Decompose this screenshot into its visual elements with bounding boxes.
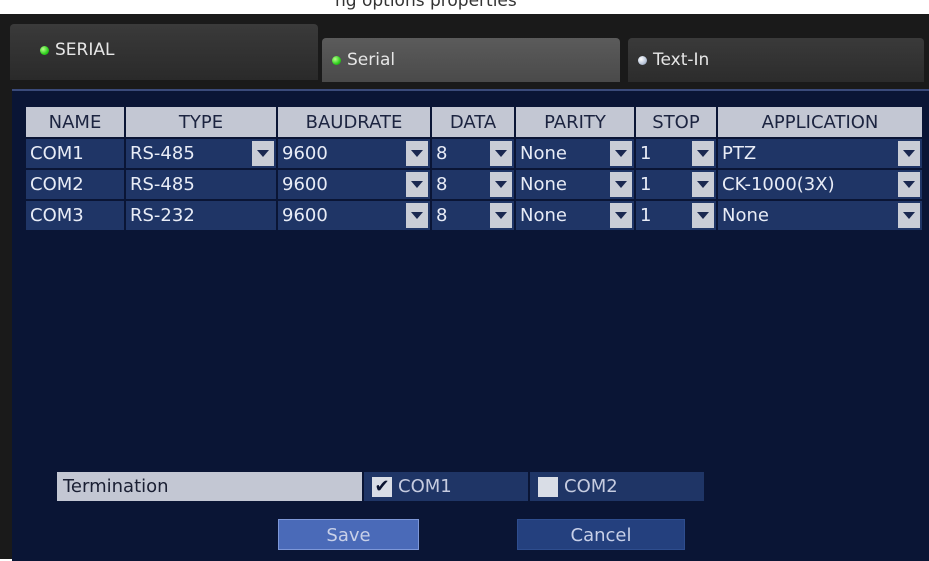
data-bits-select[interactable]: 8 xyxy=(432,139,514,168)
stop-bits-select[interactable]: 1 xyxy=(636,170,716,199)
data-bits-value: 8 xyxy=(436,143,448,164)
parity-value: None xyxy=(520,205,567,226)
type-value-text: RS-485 xyxy=(130,174,195,195)
termination-label: Termination xyxy=(57,472,362,501)
application-select[interactable]: None xyxy=(718,201,922,230)
application-value: PTZ xyxy=(722,143,757,164)
type-value: RS-485 xyxy=(126,170,276,199)
section-title-text: SERIAL xyxy=(55,40,115,60)
baudrate-select[interactable]: 9600 xyxy=(278,170,430,199)
application-value: CK-1000(3X) xyxy=(722,174,835,195)
dropdown-arrow-icon[interactable] xyxy=(692,172,714,197)
dropdown-arrow-icon[interactable] xyxy=(406,172,428,197)
baudrate-select[interactable]: 9600 xyxy=(278,201,430,230)
baudrate-value: 9600 xyxy=(282,205,328,226)
serial-settings-panel: NAME TYPE BAUDRATE DATA PARITY STOP APPL… xyxy=(12,89,929,561)
parity-value: None xyxy=(520,143,567,164)
checkmark-icon[interactable]: ✔ xyxy=(372,476,392,497)
cancel-button[interactable]: Cancel xyxy=(517,519,685,550)
baudrate-value: 9600 xyxy=(282,143,328,164)
application-select[interactable]: PTZ xyxy=(718,139,922,168)
type-value-text: RS-232 xyxy=(130,205,195,226)
tab-text-in-label: Text-In xyxy=(653,50,710,70)
dropdown-arrow-icon[interactable] xyxy=(610,172,632,197)
parity-value: None xyxy=(520,174,567,195)
port-name: COM1 xyxy=(26,139,124,168)
tab-text-in[interactable]: Text-In xyxy=(628,38,924,82)
stop-bits-value: 1 xyxy=(640,143,652,164)
termination-com2-checkbox[interactable]: COM2 xyxy=(530,472,704,501)
dropdown-arrow-icon[interactable] xyxy=(252,141,274,166)
dropdown-arrow-icon[interactable] xyxy=(692,141,714,166)
tab-serial[interactable]: Serial xyxy=(322,38,620,82)
data-bits-select[interactable]: 8 xyxy=(432,201,514,230)
dropdown-arrow-icon[interactable] xyxy=(490,172,512,197)
col-header-type: TYPE xyxy=(126,107,276,137)
table-row: COM1 RS-485 9600 8 None 1 PTZ xyxy=(26,139,922,168)
port-name: COM3 xyxy=(26,201,124,230)
col-header-stop: STOP xyxy=(636,107,716,137)
dropdown-arrow-icon[interactable] xyxy=(406,141,428,166)
dropdown-arrow-icon[interactable] xyxy=(490,203,512,228)
type-select[interactable]: RS-485 xyxy=(126,139,276,168)
parity-select[interactable]: None xyxy=(516,139,634,168)
termination-com1-checkbox[interactable]: ✔ COM1 xyxy=(364,472,528,501)
data-bits-value: 8 xyxy=(436,205,448,226)
stop-bits-select[interactable]: 1 xyxy=(636,139,716,168)
serial-ports-table: NAME TYPE BAUDRATE DATA PARITY STOP APPL… xyxy=(24,105,924,232)
dropdown-arrow-icon[interactable] xyxy=(610,203,632,228)
stop-bits-value: 1 xyxy=(640,205,652,226)
dropdown-arrow-icon[interactable] xyxy=(898,203,920,228)
col-header-parity: PARITY xyxy=(516,107,634,137)
data-bits-value: 8 xyxy=(436,174,448,195)
table-row: COM2 RS-485 9600 8 None 1 CK-1000(3X) xyxy=(26,170,922,199)
port-name: COM2 xyxy=(26,170,124,199)
parity-select[interactable]: None xyxy=(516,170,634,199)
data-bits-select[interactable]: 8 xyxy=(432,170,514,199)
dropdown-arrow-icon[interactable] xyxy=(898,172,920,197)
stop-bits-value: 1 xyxy=(640,174,652,195)
top-caption-text: ng options properties xyxy=(335,0,517,11)
application-select[interactable]: CK-1000(3X) xyxy=(718,170,922,199)
dropdown-arrow-icon[interactable] xyxy=(692,203,714,228)
termination-com2-label: COM2 xyxy=(564,476,618,497)
termination-com1-label: COM1 xyxy=(398,476,452,497)
type-value: RS-232 xyxy=(126,201,276,230)
active-tab-dot-icon xyxy=(332,55,341,65)
col-header-application: APPLICATION xyxy=(718,107,922,137)
col-header-baudrate: BAUDRATE xyxy=(278,107,430,137)
save-button[interactable]: Save xyxy=(278,519,419,550)
dropdown-arrow-icon[interactable] xyxy=(898,141,920,166)
table-row: COM3 RS-232 9600 8 None 1 None xyxy=(26,201,922,230)
dropdown-arrow-icon[interactable] xyxy=(406,203,428,228)
baudrate-value: 9600 xyxy=(282,174,328,195)
checkbox-empty-icon[interactable] xyxy=(538,476,558,497)
application-value: None xyxy=(722,205,769,226)
col-header-data: DATA xyxy=(432,107,514,137)
status-dot-icon xyxy=(40,45,49,55)
stop-bits-select[interactable]: 1 xyxy=(636,201,716,230)
baudrate-select[interactable]: 9600 xyxy=(278,139,430,168)
section-title: SERIAL xyxy=(40,40,114,60)
col-header-name: NAME xyxy=(26,107,124,137)
type-value: RS-485 xyxy=(130,143,195,164)
parity-select[interactable]: None xyxy=(516,201,634,230)
dropdown-arrow-icon[interactable] xyxy=(490,141,512,166)
inactive-tab-dot-icon xyxy=(638,55,647,65)
table-header-row: NAME TYPE BAUDRATE DATA PARITY STOP APPL… xyxy=(26,107,922,137)
tab-serial-label: Serial xyxy=(347,50,396,70)
dropdown-arrow-icon[interactable] xyxy=(610,141,632,166)
